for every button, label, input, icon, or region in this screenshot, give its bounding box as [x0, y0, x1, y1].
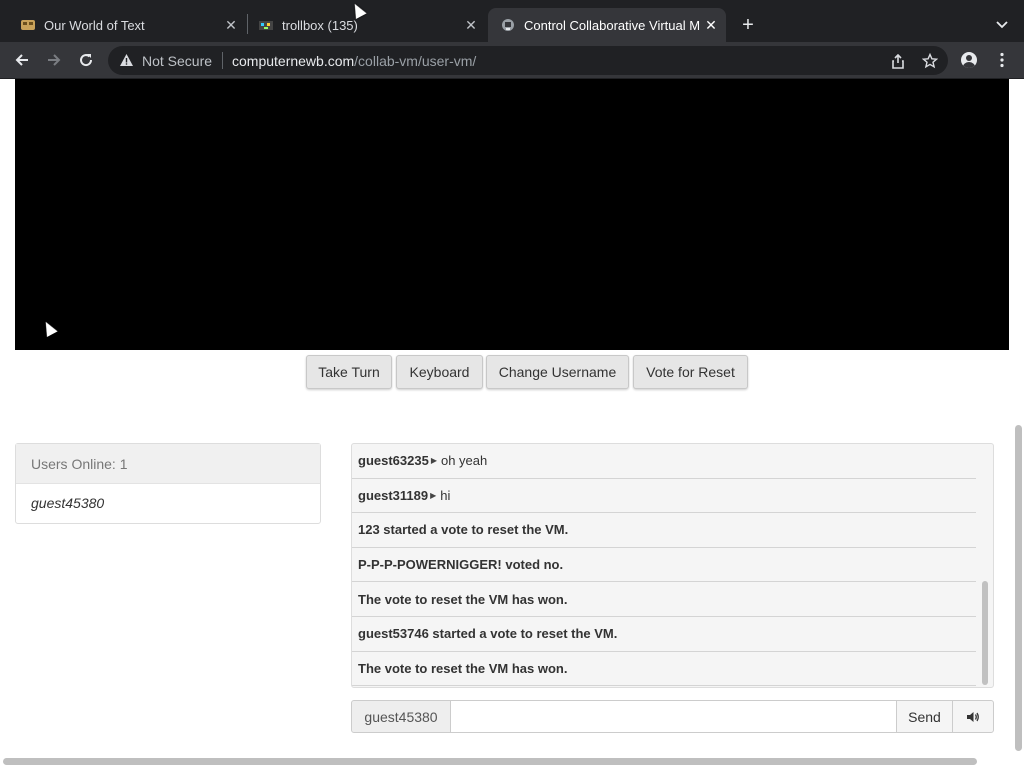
chat-input-group: guest45380 Send	[351, 700, 994, 733]
new-tab-button[interactable]: +	[736, 13, 760, 37]
tab-collabvm[interactable]: Control Collaborative Virtual M ✕	[488, 8, 726, 42]
chat-message: guest63235 ▶ oh yeah	[352, 444, 976, 479]
tab-title: trollbox (135)	[282, 17, 358, 33]
profile-avatar-icon[interactable]	[957, 48, 981, 72]
caret-right-icon: ▶	[430, 490, 437, 500]
omnibox-divider	[222, 52, 223, 69]
users-online-heading: Users Online: 1	[16, 444, 320, 484]
users-online-panel: Users Online: 1 guest45380	[15, 443, 321, 524]
tab-title: Control Collaborative Virtual M	[524, 17, 701, 33]
take-turn-button[interactable]: Take Turn	[306, 355, 392, 389]
bookmark-star-icon[interactable]	[921, 52, 939, 70]
page-content: Take Turn Keyboard Change Username Vote …	[0, 79, 1024, 768]
page-vertical-scrollbar[interactable]	[1012, 79, 1024, 755]
vote-for-reset-button[interactable]: Vote for Reset	[633, 355, 748, 389]
page-vertical-scroll-thumb[interactable]	[1015, 425, 1022, 751]
address-bar[interactable]: Not Secure computernewb.com/collab-vm/us…	[108, 46, 948, 75]
chat-message-input[interactable]	[450, 700, 897, 733]
url-text[interactable]: computernewb.com/collab-vm/user-vm/	[232, 53, 476, 69]
security-status-label[interactable]: Not Secure	[142, 53, 212, 69]
trollbox-favicon-icon	[258, 17, 274, 33]
chat-system-message: guest53746 started a vote to reset the V…	[352, 617, 976, 652]
chat-system-message: The vote to reset the VM has won.	[352, 582, 976, 617]
close-icon[interactable]: ✕	[702, 16, 720, 34]
caret-right-icon: ▶	[430, 456, 437, 466]
chat-message: guest31189 ▶ hi	[352, 479, 976, 514]
browser-toolbar: Not Secure computernewb.com/collab-vm/us…	[0, 42, 1024, 79]
speaker-icon[interactable]	[952, 700, 994, 733]
warning-triangle-icon[interactable]	[118, 52, 134, 68]
forward-arrow-icon[interactable]	[42, 48, 66, 72]
vm-display-screen[interactable]	[15, 79, 1009, 350]
chat-username-label: guest45380	[351, 700, 451, 733]
change-username-button[interactable]: Change Username	[486, 355, 629, 389]
owot-favicon-icon	[20, 17, 36, 33]
chat-username: guest63235	[358, 453, 429, 469]
chat-system-message: P-P-P-POWERNIGGER! voted no.	[352, 548, 976, 583]
close-icon[interactable]: ✕	[462, 16, 480, 34]
tab-our-world-of-text[interactable]: Our World of Text ✕	[0, 8, 246, 42]
chat-log[interactable]: guest63235 ▶ oh yeah guest31189 ▶ hi 123 sta…	[351, 443, 994, 688]
chat-system-message: 123 started a vote to reset the VM.	[352, 513, 976, 548]
back-arrow-icon[interactable]	[10, 48, 34, 72]
chat-scrollbar-thumb[interactable]	[982, 581, 988, 685]
url-path: /collab-vm/user-vm/	[354, 53, 477, 69]
collabvm-favicon-icon	[500, 17, 516, 33]
vm-controls: Take Turn Keyboard Change Username Vote …	[0, 355, 1024, 389]
url-host: computernewb.com	[232, 53, 355, 69]
page-horizontal-scroll-thumb[interactable]	[3, 758, 977, 765]
chat-text: hi	[440, 487, 451, 503]
keyboard-button[interactable]: Keyboard	[396, 355, 483, 389]
chat-system-message: The vote to reset the VM has won.	[352, 652, 976, 687]
kebab-menu-icon[interactable]	[990, 48, 1014, 72]
share-icon[interactable]	[889, 52, 907, 70]
send-button[interactable]: Send	[896, 700, 953, 733]
chat-username: guest31189	[358, 487, 429, 503]
tab-title: Our World of Text	[44, 17, 145, 33]
chat-scrollbar[interactable]	[979, 446, 991, 685]
tab-search-chevron-down-icon[interactable]	[992, 13, 1012, 37]
chat-message-list: guest63235 ▶ oh yeah guest31189 ▶ hi 123 sta…	[352, 444, 976, 687]
page-horizontal-scrollbar[interactable]	[0, 755, 1012, 768]
browser-tab-strip: Our World of Text ✕ trollbox (135) ✕ Con…	[0, 0, 1024, 42]
reload-icon[interactable]	[74, 48, 98, 72]
user-list-item[interactable]: guest45380	[16, 484, 320, 522]
chat-text: oh yeah	[440, 453, 488, 469]
